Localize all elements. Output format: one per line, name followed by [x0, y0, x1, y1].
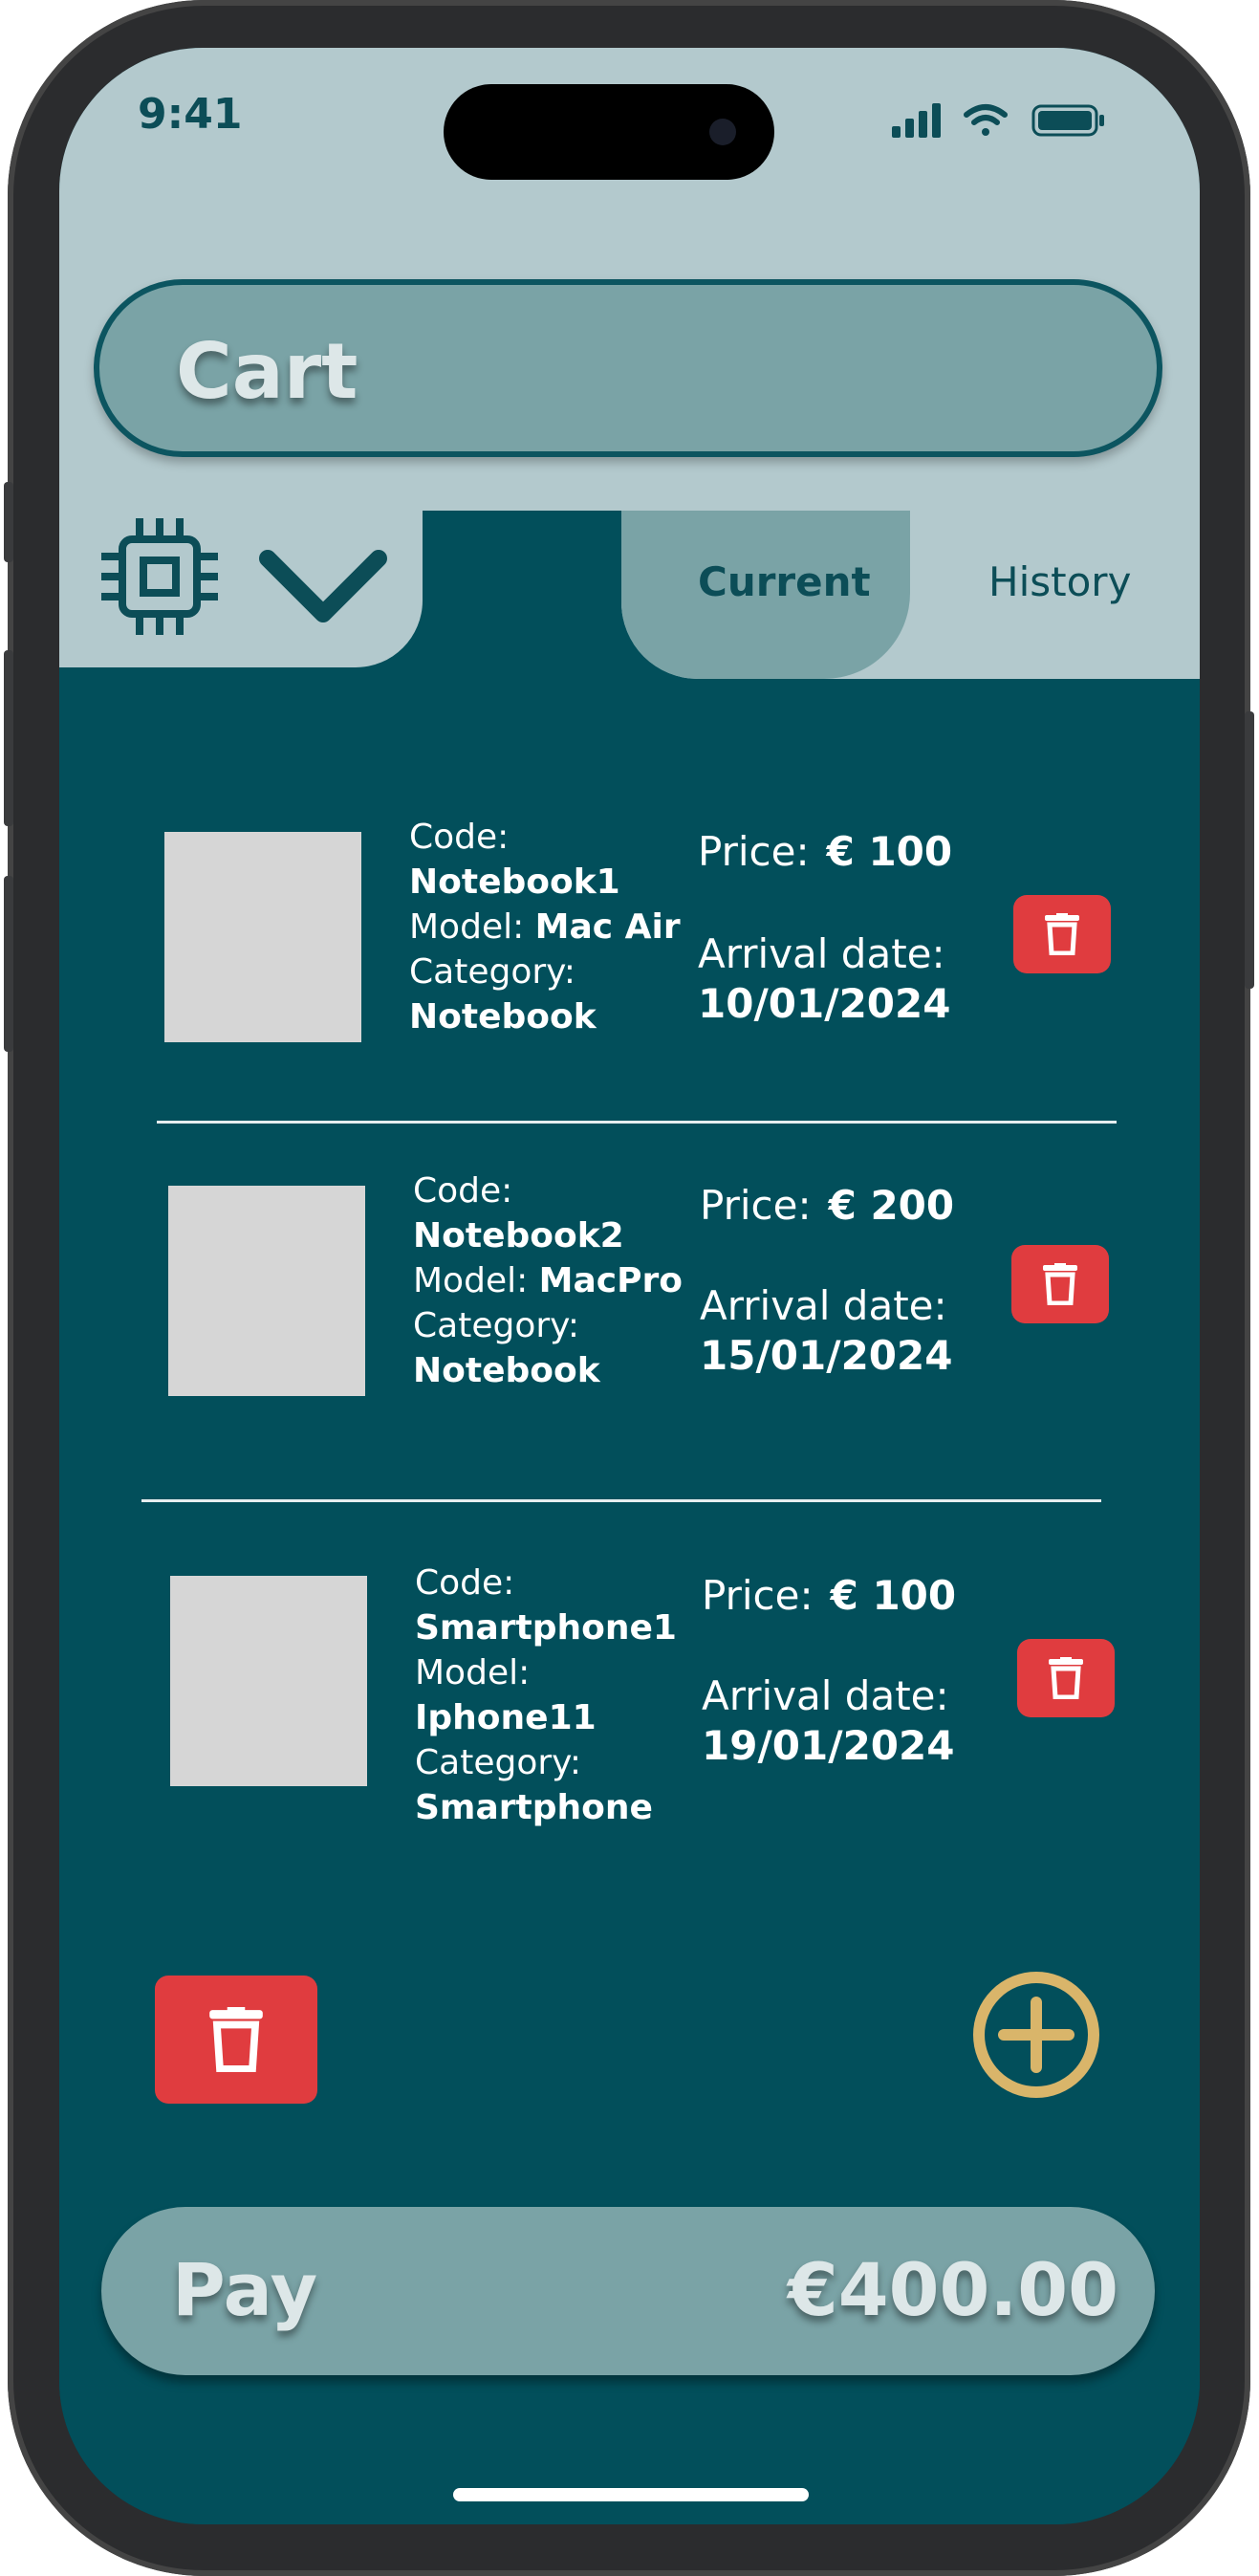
power-button: [1245, 711, 1254, 989]
screen: 9:41 Cart Current History Code: Notebook…: [59, 48, 1200, 2524]
chip-icon[interactable]: [94, 511, 226, 643]
delete-item-button[interactable]: [1011, 1245, 1109, 1323]
code-value: Notebook1: [409, 862, 620, 902]
pay-label: Pay: [172, 2247, 318, 2332]
status-bar: 9:41: [59, 48, 1200, 191]
category-value: Notebook: [409, 997, 597, 1037]
action-button: [4, 482, 13, 562]
model-value: MacPro: [538, 1261, 683, 1300]
status-icons: [892, 103, 1104, 138]
item-info: Code: Notebook1 Model: Mac Air Category:…: [409, 815, 681, 1039]
arrival-label: Arrival date:: [702, 1672, 949, 1719]
battery-icon: [1031, 104, 1104, 137]
product-image: [170, 1576, 367, 1786]
price-label: Price:: [698, 828, 810, 875]
cart-title-bar: Cart: [94, 279, 1162, 457]
trash-icon: [1043, 1263, 1077, 1305]
arrival-label: Arrival date:: [698, 930, 945, 977]
wifi-icon: [964, 104, 1008, 136]
item-price: Price: € 100: [698, 828, 952, 875]
trash-icon: [209, 2007, 263, 2072]
category-label: Category:: [409, 952, 575, 992]
dynamic-island: [444, 84, 774, 180]
product-image: [168, 1186, 365, 1396]
code-value: Smartphone1: [415, 1608, 677, 1648]
model-label: Model:: [409, 907, 535, 947]
arrival-label: Arrival date:: [700, 1282, 947, 1329]
clear-cart-button[interactable]: [155, 1976, 317, 2104]
delete-item-button[interactable]: [1017, 1639, 1115, 1717]
category-label: Category:: [413, 1306, 579, 1345]
camera-icon: [709, 119, 736, 145]
code-label: Code:: [409, 818, 510, 857]
price-value: € 100: [830, 1572, 957, 1619]
code-label: Code:: [415, 1563, 515, 1603]
cart-item: Code: Notebook1 Model: Mac Air Category:…: [59, 818, 1200, 1119]
item-price: Price: € 200: [700, 1182, 954, 1229]
volume-up-button: [4, 650, 13, 826]
model-value: Iphone11: [415, 1698, 597, 1737]
plus-circle-icon[interactable]: [971, 1970, 1101, 2100]
cart-item: Code: Notebook2 Model: MacPro Category: …: [59, 1171, 1200, 1473]
item-info: Code: Smartphone1 Model: Iphone11 Catego…: [415, 1561, 677, 1830]
item-arrival: Arrival date: 10/01/2024: [698, 929, 950, 1029]
cart-item: Code: Smartphone1 Model: Iphone11 Catego…: [59, 1563, 1200, 1863]
volume-down-button: [4, 876, 13, 1052]
category-value: Notebook: [413, 1351, 600, 1390]
item-divider: [157, 1121, 1117, 1124]
tab-current-label[interactable]: Current: [698, 558, 871, 605]
item-price: Price: € 100: [702, 1572, 956, 1619]
item-arrival: Arrival date: 19/01/2024: [702, 1671, 954, 1771]
model-label: Model:: [413, 1261, 539, 1300]
delete-item-button[interactable]: [1013, 895, 1111, 973]
pay-total: €400.00: [787, 2247, 1118, 2332]
category-value: Smartphone: [415, 1788, 653, 1827]
item-arrival: Arrival date: 15/01/2024: [700, 1281, 952, 1381]
page-title: Cart: [176, 327, 358, 416]
price-label: Price:: [700, 1182, 812, 1229]
signal-icon: [892, 103, 941, 138]
arrival-value: 19/01/2024: [702, 1722, 955, 1769]
category-label: Category:: [415, 1743, 581, 1782]
price-value: € 100: [826, 828, 953, 875]
home-indicator[interactable]: [453, 2488, 809, 2501]
trash-icon: [1045, 913, 1079, 955]
item-info: Code: Notebook2 Model: MacPro Category: …: [413, 1168, 683, 1393]
code-label: Code:: [413, 1171, 513, 1211]
model-value: Mac Air: [534, 907, 681, 947]
model-label: Model:: [415, 1653, 531, 1692]
code-value: Notebook2: [413, 1216, 624, 1255]
arrival-value: 15/01/2024: [700, 1332, 953, 1379]
price-label: Price:: [702, 1572, 814, 1619]
chevron-down-icon[interactable]: [256, 537, 390, 633]
tab-history-label[interactable]: History: [988, 558, 1131, 605]
trash-icon: [1049, 1657, 1083, 1699]
pay-button[interactable]: Pay €400.00: [101, 2207, 1155, 2375]
item-divider: [141, 1499, 1101, 1502]
price-value: € 200: [828, 1182, 955, 1229]
product-image: [164, 832, 361, 1042]
status-time: 9:41: [138, 90, 243, 139]
arrival-value: 10/01/2024: [698, 980, 951, 1027]
